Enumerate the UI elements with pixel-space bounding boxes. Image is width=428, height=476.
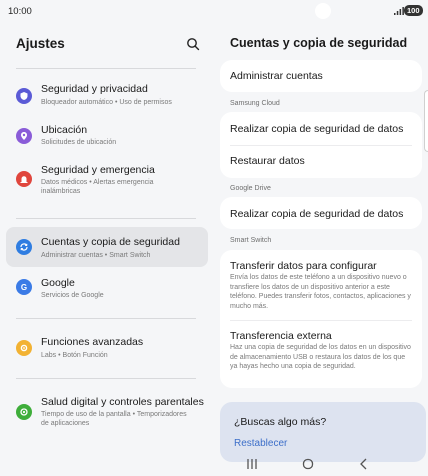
divider [230, 145, 412, 146]
digital-wellbeing-icon [16, 404, 32, 420]
menu-item-subtitle: Labs • Botón Función [41, 352, 108, 359]
samsung-cloud-backup-item[interactable]: Realizar copia de seguridad de datos [230, 123, 412, 135]
google-drive-card: Realizar copia de seguridad de datos [220, 197, 422, 229]
menu-item-subtitle: Administrar cuentas • Smart Switch [41, 252, 151, 259]
menu-item-google[interactable]: G Google Servicios de Google [6, 272, 208, 308]
svg-text:G: G [21, 283, 27, 292]
account-backup-pane: Cuentas y copia de seguridad Administrar… [214, 24, 428, 462]
status-time: 10:00 [8, 6, 32, 17]
camera-cutout [315, 3, 331, 19]
detail-title: Cuentas y copia de seguridad [230, 36, 408, 50]
menu-item-label: Ubicación [41, 124, 88, 136]
transfer-data-item[interactable]: Transferir datos para configurar Envía l… [220, 250, 422, 318]
menu-item-salud-digital[interactable]: Salud digital y controles parentales Tie… [6, 390, 208, 436]
menu-item-label: Salud digital y controles parentales [41, 396, 204, 408]
search-icon[interactable] [186, 37, 200, 51]
manage-accounts-item[interactable]: Administrar cuentas [230, 70, 412, 82]
menu-item-subtitle: Bloqueador automático • Uso de permisos [41, 99, 172, 106]
menu-item-label: Google [41, 277, 75, 289]
section-header-smart-switch: Smart Switch [230, 237, 272, 244]
menu-item-label: Seguridad y emergencia [41, 164, 155, 176]
divider [16, 218, 196, 219]
section-header-samsung-cloud: Samsung Cloud [230, 100, 280, 107]
signal-icon [394, 7, 404, 15]
help-question: ¿Buscas algo más? [234, 416, 327, 428]
reset-link[interactable]: Restablecer [234, 438, 287, 449]
menu-item-subtitle: Tiempo de uso de la pantalla • Temporiza… [41, 411, 187, 427]
settings-list-pane: Ajustes Seguridad y privacidad Bloqueado… [0, 24, 214, 452]
menu-item-label: Funciones avanzadas [41, 336, 144, 348]
menu-item-subtitle: Datos médicos • Alertas emergencia inalá… [41, 179, 154, 195]
gear-plus-icon [16, 340, 32, 356]
manage-accounts-card: Administrar cuentas [220, 60, 422, 92]
divider [16, 68, 196, 69]
menu-item-seguridad-privacidad[interactable]: Seguridad y privacidad Bloqueador automá… [6, 78, 208, 114]
divider [16, 378, 196, 379]
smart-switch-card: Transferir datos para configurar Envía l… [220, 250, 422, 388]
menu-item-cuentas-copia[interactable]: Cuentas y copia de seguridad Administrar… [6, 227, 208, 267]
menu-item-label: Cuentas y copia de seguridad [41, 236, 180, 248]
restore-data-item[interactable]: Restaurar datos [230, 155, 412, 167]
sync-icon [16, 239, 32, 255]
menu-item-seguridad-emergencia[interactable]: Seguridad y emergencia Datos médicos • A… [6, 158, 208, 208]
menu-item-funciones-avanzadas[interactable]: Funciones avanzadas Labs • Botón Función [6, 328, 208, 364]
section-header-google-drive: Google Drive [230, 185, 271, 192]
status-bar: 10:00 100 [0, 0, 428, 24]
transfer-data-title: Transferir datos para configurar [230, 260, 377, 272]
home-icon[interactable] [300, 456, 316, 472]
google-drive-backup-item[interactable]: Realizar copia de seguridad de datos [230, 208, 412, 220]
samsung-cloud-card: Realizar copia de seguridad de datos Res… [220, 112, 422, 178]
external-transfer-title: Transferencia externa [230, 330, 332, 342]
emergency-siren-icon [16, 171, 32, 187]
menu-item-label: Seguridad y privacidad [41, 83, 148, 95]
location-pin-icon [16, 128, 32, 144]
menu-item-subtitle: Servicios de Google [41, 292, 104, 299]
page-title: Ajustes [16, 36, 65, 51]
transfer-data-description: Envía los datos de este teléfono a un di… [230, 274, 411, 310]
external-transfer-description: Haz una copia de seguridad de los datos … [230, 344, 411, 371]
scroll-indicator[interactable] [424, 90, 428, 152]
recent-apps-icon[interactable] [244, 456, 260, 472]
battery-icon: 100 [404, 5, 423, 16]
back-icon[interactable] [356, 456, 372, 472]
external-transfer-item[interactable]: Transferencia externa Haz una copia de s… [220, 321, 422, 387]
shield-icon [16, 88, 32, 104]
divider [16, 318, 196, 319]
menu-item-subtitle: Solicitudes de ubicación [41, 139, 117, 146]
menu-item-ubicacion[interactable]: Ubicación Solicitudes de ubicación [6, 118, 208, 154]
google-icon: G [16, 279, 32, 295]
navigation-bar [0, 452, 428, 476]
